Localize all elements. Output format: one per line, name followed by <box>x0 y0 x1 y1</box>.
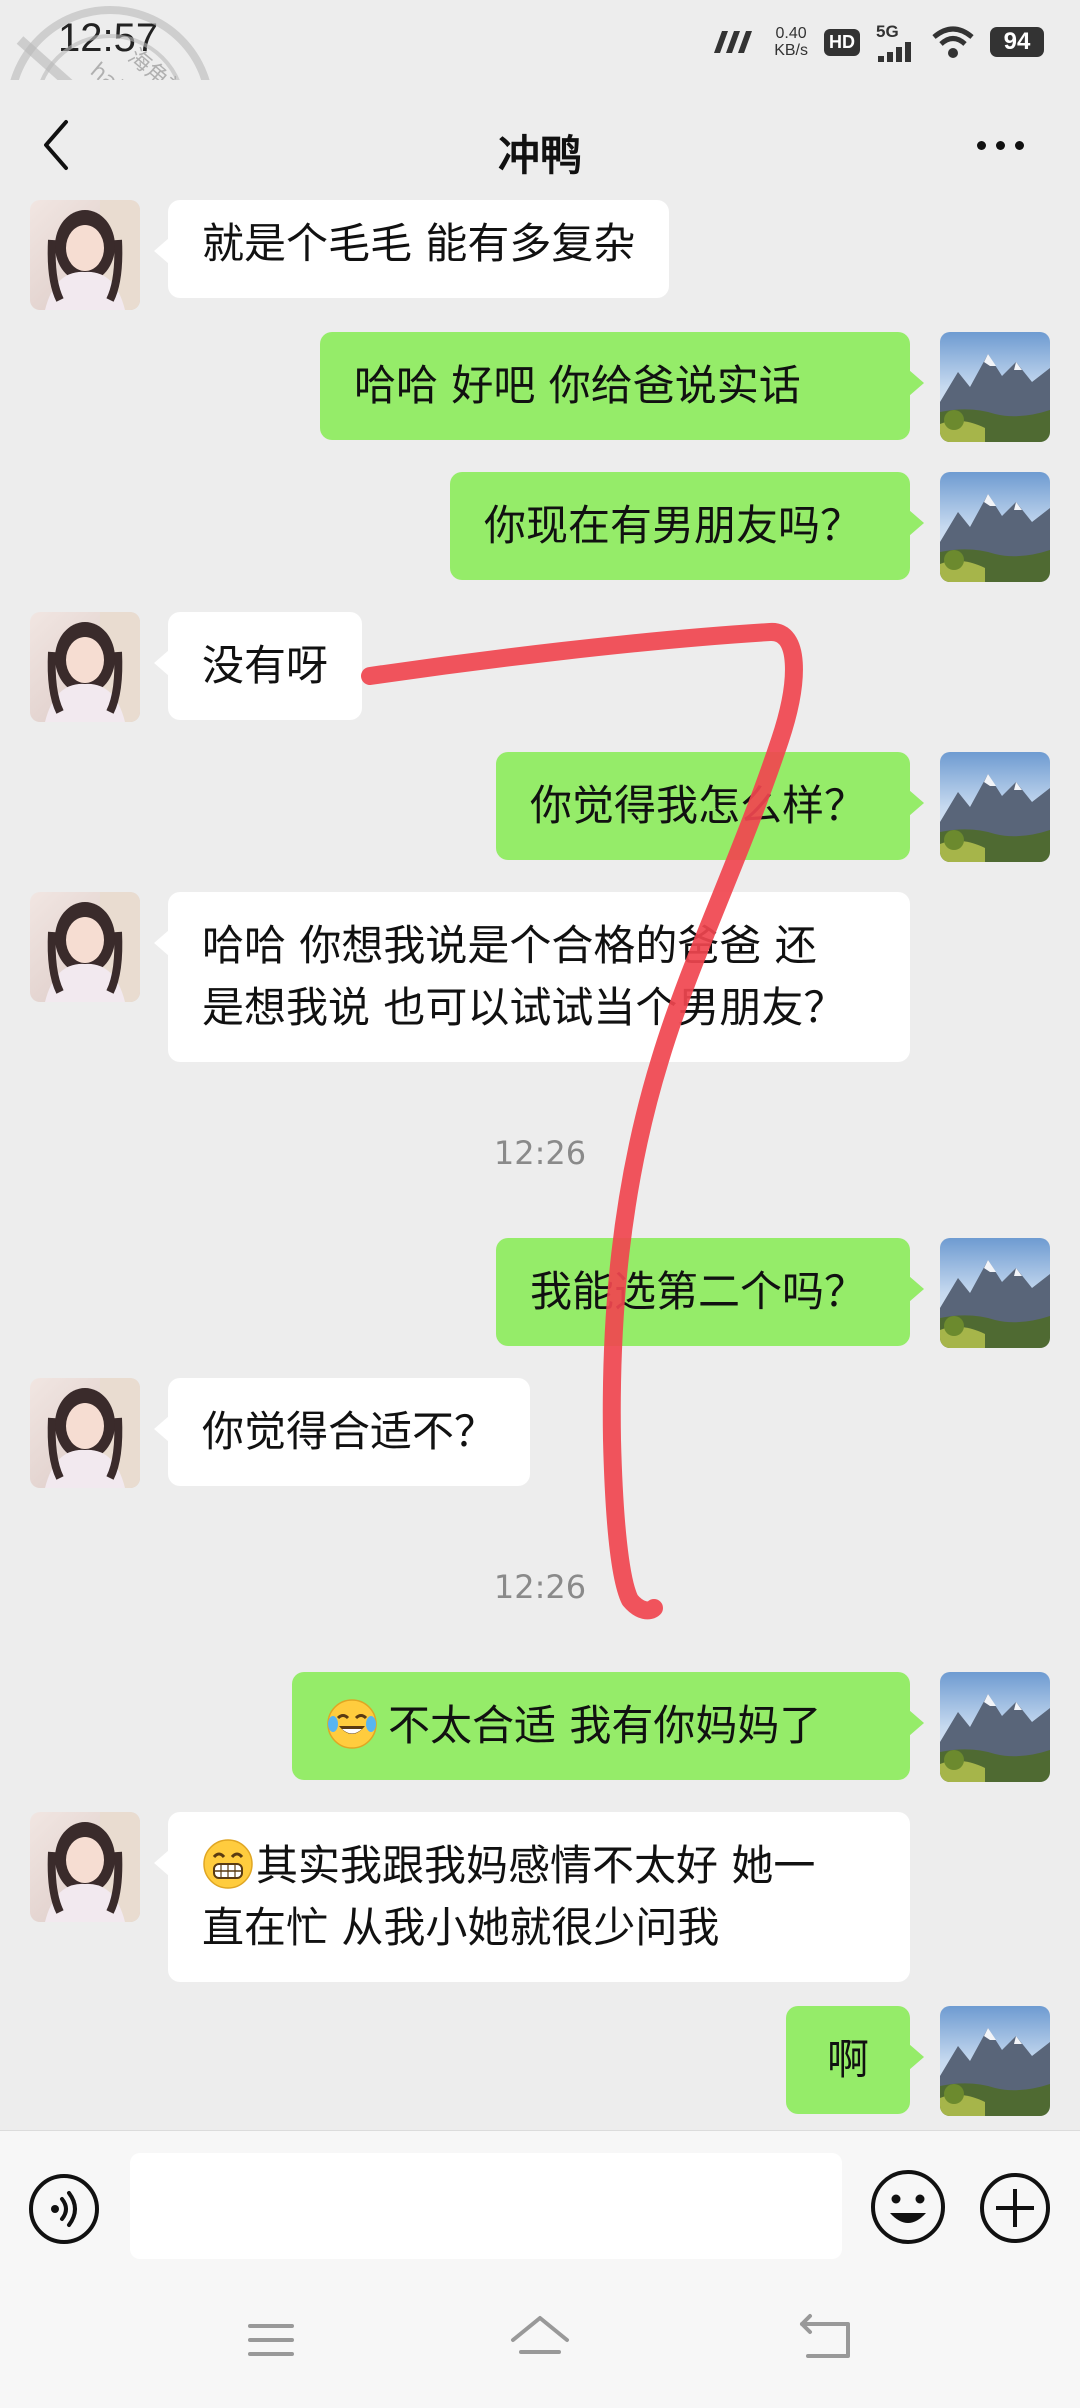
network-speed-unit: KB/s <box>774 42 808 59</box>
more-dots-icon <box>976 140 986 150</box>
message-row: 你觉得合适不？ <box>0 1378 1080 1488</box>
more-functions-button[interactable] <box>978 2171 1052 2245</box>
battery-indicator: 94 <box>990 27 1044 57</box>
message-bubble[interactable]: 哈哈 你想我说是个合格的爸爸 还 是想我说 也可以试试当个男朋友？ <box>154 892 910 1062</box>
contact-avatar[interactable] <box>30 200 140 310</box>
message-line: 是想我说 也可以试试当个男朋友？ <box>202 983 846 1032</box>
home-icon <box>511 2316 569 2354</box>
message-bubble[interactable]: 其实我跟我妈感情不太好 她一 直在忙 从我小她就很少问我 <box>154 1812 910 1982</box>
message-line: 哈哈 你想我说是个合格的爸爸 还 <box>202 921 817 970</box>
signal-speed-icon <box>714 31 753 53</box>
my-avatar[interactable] <box>940 332 1050 442</box>
wifi-icon <box>932 26 974 58</box>
grinning-face-emoji <box>202 1838 254 1890</box>
message-input[interactable] <box>130 2153 842 2259</box>
network-speed: 0.40 KB/s <box>774 25 808 59</box>
emoji-icon <box>871 2170 945 2244</box>
message-text: 不太合适 我有你妈妈了 <box>388 1701 822 1750</box>
system-nav-bar <box>0 2280 1080 2408</box>
contact-avatar[interactable] <box>30 1812 140 1922</box>
network-type: 5G <box>876 22 899 41</box>
nav-home-button[interactable] <box>505 2310 575 2370</box>
more-dot <box>1014 140 1024 150</box>
plus-icon <box>980 2173 1050 2243</box>
message-bubble[interactable]: 就是个毛毛 能有多复杂 <box>153 200 670 298</box>
hd-badge: HD <box>824 28 860 56</box>
message-row: 我能选第二个吗？ <box>0 1238 1080 1348</box>
message-row: 没有呀 <box>0 612 1080 722</box>
menu-lines-icon <box>248 2324 294 2356</box>
status-bar: 12:57 0.40 KB/s HD 5G 94 <box>0 0 1080 80</box>
my-avatar[interactable] <box>940 752 1050 862</box>
input-bar <box>0 2130 1080 2280</box>
status-icons: 0.40 KB/s HD 5G 94 <box>710 20 1044 64</box>
contact-avatar[interactable] <box>30 892 140 1002</box>
network-speed-value: 0.40 <box>775 25 807 42</box>
message-timestamp: 12:26 <box>493 1134 587 1172</box>
nav-back-button[interactable] <box>792 2310 862 2370</box>
more-dot <box>995 140 1005 150</box>
message-row: 啊 <box>0 2006 1080 2116</box>
message-row: 就是个毛毛 能有多复杂 <box>0 200 1080 310</box>
my-avatar[interactable] <box>940 472 1050 582</box>
message-row: 哈哈 好吧 你给爸说实话 <box>0 332 1080 442</box>
message-bubble[interactable]: 我能选第二个吗？ <box>496 1238 924 1346</box>
message-row: 其实我跟我妈感情不太好 她一 直在忙 从我小她就很少问我 <box>0 1812 1080 1982</box>
message-bubble[interactable]: 你觉得合适不？ <box>153 1378 531 1486</box>
face-with-tears-of-joy-emoji <box>326 1698 378 1750</box>
more-button[interactable] <box>960 120 1040 170</box>
contact-avatar[interactable] <box>30 612 140 722</box>
message-row: 你觉得我怎么样？ <box>0 752 1080 862</box>
emoji-button[interactable] <box>868 2167 948 2247</box>
message-timestamp: 12:26 <box>493 1568 587 1606</box>
nav-menu-button[interactable] <box>236 2310 306 2370</box>
my-avatar[interactable] <box>940 1672 1050 1782</box>
cell-signal-icon <box>878 42 911 62</box>
contact-avatar[interactable] <box>30 1378 140 1488</box>
my-avatar[interactable] <box>940 1238 1050 1348</box>
message-bubble[interactable]: 你觉得我怎么样？ <box>496 752 924 860</box>
message-line: 其实我跟我妈感情不太好 她一 <box>202 1835 876 1897</box>
my-avatar[interactable] <box>940 2006 1050 2116</box>
message-row: 你现在有男朋友吗？ <box>0 472 1080 582</box>
message-bubble[interactable]: 啊 <box>786 2006 924 2114</box>
message-text: 其实我跟我妈感情不太好 她一 <box>256 1841 816 1890</box>
voice-input-icon <box>29 2174 99 2244</box>
message-bubble[interactable]: 你现在有男朋友吗？ <box>450 472 924 580</box>
chat-title: 冲鸭 <box>497 131 582 180</box>
message-bubble[interactable]: 哈哈 好吧 你给爸说实话 <box>320 332 924 440</box>
message-bubble[interactable]: 没有呀 <box>153 612 363 720</box>
status-time: 12:57 <box>58 16 159 60</box>
message-row: 不太合适 我有你妈妈了 <box>0 1672 1080 1782</box>
message-bubble[interactable]: 不太合适 我有你妈妈了 <box>292 1672 924 1780</box>
message-row: 哈哈 你想我说是个合格的爸爸 还 是想我说 也可以试试当个男朋友？ <box>0 892 1080 1062</box>
message-line: 直在忙 从我小她就很少问我 <box>202 1903 720 1952</box>
voice-button[interactable] <box>28 2173 100 2245</box>
chat-header: 冲鸭 <box>0 80 1080 210</box>
back-arrow-icon <box>800 2314 850 2358</box>
